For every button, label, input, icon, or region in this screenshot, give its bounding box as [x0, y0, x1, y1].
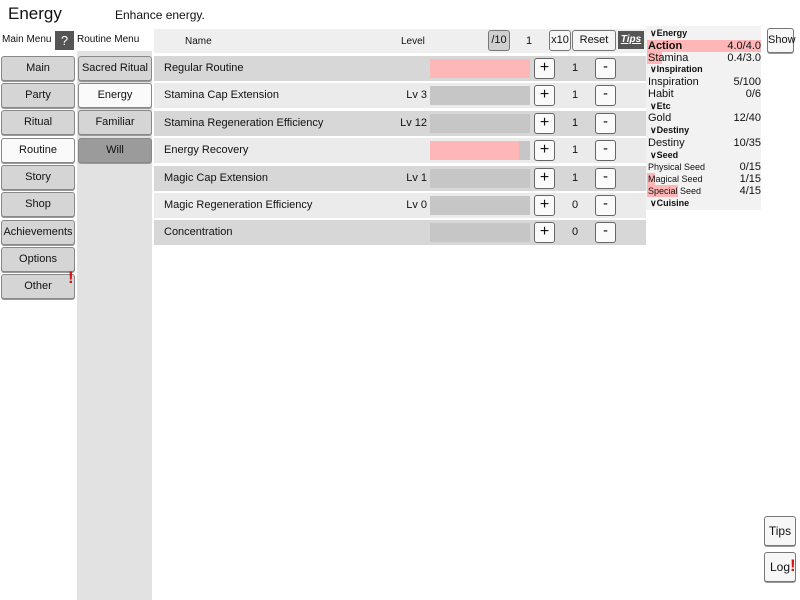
row-count: 1 [571, 172, 579, 184]
resource-action: Action 4.0/4.0 [647, 40, 761, 52]
main-menu-party[interactable]: Party [1, 83, 75, 108]
main-menu-story[interactable]: Story [1, 165, 75, 190]
main-menu-shop[interactable]: Shop [1, 192, 75, 217]
increase-button[interactable]: + [534, 140, 555, 161]
resource-physical-seed: Physical Seed 0/15 [648, 161, 761, 173]
decrease-button[interactable]: - [595, 113, 616, 134]
main-menu-ritual[interactable]: Ritual [1, 110, 75, 135]
resource-inspiration: Inspiration 5/100 [648, 76, 761, 88]
resource-magical-seed: Magical Seed 1/15 [647, 173, 761, 185]
resource-group-etc[interactable]: ∨Etc [650, 101, 671, 112]
decrease-button[interactable]: - [595, 140, 616, 161]
row-name: Stamina Regeneration Efficiency [164, 117, 324, 129]
decrease-button[interactable]: - [595, 222, 616, 243]
row-progress-bar [430, 223, 530, 242]
increase-button[interactable]: + [534, 85, 555, 106]
row-progress-bar [430, 196, 530, 215]
decrease-button[interactable]: - [595, 168, 616, 189]
increase-button[interactable]: + [534, 168, 555, 189]
resource-group-cuisine[interactable]: ∨Cuisine [650, 198, 689, 209]
resource-group-energy[interactable]: ∨Energy [650, 28, 687, 39]
log-alert-badge: ! [790, 556, 796, 575]
row-progress-bar [430, 114, 530, 133]
times-10-button[interactable]: x10 [549, 30, 571, 51]
routine-menu-energy[interactable]: Energy [78, 83, 152, 108]
divide-by-10-button[interactable]: /10 [488, 30, 510, 51]
row-progress-bar [430, 86, 530, 105]
main-menu-achievements[interactable]: Achievements [1, 220, 75, 245]
main-menu-heading: Main Menu [2, 34, 52, 45]
row-count: 1 [571, 117, 579, 129]
row-level: Lv 1 [406, 172, 427, 184]
table-row: Stamina Regeneration Efficiency Lv 12 +1 - [154, 111, 646, 136]
row-progress-bar [430, 59, 530, 78]
resource-stamina: Stamina 0.4/3.0 [647, 52, 761, 64]
row-count: 1 [571, 89, 579, 101]
row-name: Concentration [164, 226, 233, 238]
increase-button[interactable]: + [534, 222, 555, 243]
main-menu-main[interactable]: Main [1, 56, 75, 81]
column-header-name: Name [185, 36, 212, 47]
resource-group-seed[interactable]: ∨Seed [650, 150, 678, 161]
row-level: Lv 12 [400, 117, 427, 129]
row-progress-bar [430, 141, 530, 160]
page-title: Energy [8, 4, 62, 23]
resource-gold: Gold 12/40 [648, 112, 761, 124]
chevron-down-icon: ∨ [650, 125, 657, 135]
increase-button[interactable]: + [534, 58, 555, 79]
row-name: Magic Regeneration Efficiency [164, 199, 313, 211]
main-menu-other[interactable]: Other [1, 274, 75, 299]
show-button[interactable]: Show [767, 28, 796, 53]
row-level: Lv 0 [406, 199, 427, 211]
tips-button[interactable]: Tips [764, 516, 796, 546]
reset-button[interactable]: Reset [572, 30, 616, 51]
help-button[interactable]: ? [55, 31, 74, 50]
chevron-down-icon: ∨ [650, 101, 657, 111]
table-row: Magic Cap Extension Lv 1 +1 - [154, 166, 646, 191]
row-count: 1 [571, 62, 579, 74]
chevron-down-icon: ∨ [650, 150, 657, 160]
multiplier-value: 1 [525, 35, 533, 47]
row-name: Magic Cap Extension [164, 172, 268, 184]
row-count: 0 [571, 226, 579, 238]
decrease-button[interactable]: - [595, 195, 616, 216]
routine-menu-familiar[interactable]: Familiar [78, 110, 152, 135]
row-count: 0 [571, 199, 579, 211]
table-row: Energy Recovery +1 - [154, 138, 646, 163]
table-row: Magic Regeneration Efficiency Lv 0 +0 - [154, 193, 646, 218]
resource-group-inspiration[interactable]: ∨Inspiration [650, 64, 703, 75]
resource-habit: Habit 0/6 [648, 88, 761, 100]
row-count: 1 [571, 144, 579, 156]
table-row: Regular Routine +1 - [154, 56, 646, 81]
table-row: Concentration +0 - [154, 220, 646, 245]
routine-menu-sacred-ritual[interactable]: Sacred Ritual [78, 56, 152, 81]
table-row: Stamina Cap Extension Lv 3 +1 - [154, 83, 646, 108]
decrease-button[interactable]: - [595, 85, 616, 106]
increase-button[interactable]: + [534, 113, 555, 134]
main-menu-options[interactable]: Options [1, 247, 75, 272]
row-name: Stamina Cap Extension [164, 89, 279, 101]
routine-menu-will[interactable]: Will [78, 138, 152, 163]
page-description: Enhance energy. [115, 8, 205, 22]
resource-special-seed: Special Seed 4/15 [647, 185, 761, 197]
other-alert-badge: ! [68, 268, 74, 287]
decrease-button[interactable]: - [595, 58, 616, 79]
increase-button[interactable]: + [534, 195, 555, 216]
routine-menu-heading: Routine Menu [77, 34, 140, 45]
row-name: Regular Routine [164, 62, 244, 74]
resource-destiny: Destiny 10/35 [648, 137, 761, 149]
resource-group-destiny[interactable]: ∨Destiny [650, 125, 689, 136]
tips-header-button[interactable]: Tips [618, 31, 644, 49]
chevron-down-icon: ∨ [650, 64, 657, 74]
row-level: Lv 3 [406, 89, 427, 101]
row-name: Energy Recovery [164, 144, 249, 156]
chevron-down-icon: ∨ [650, 28, 657, 38]
column-header-level: Level [401, 36, 425, 47]
main-menu-routine[interactable]: Routine [1, 138, 75, 163]
row-progress-bar [430, 169, 530, 188]
chevron-down-icon: ∨ [650, 198, 657, 208]
